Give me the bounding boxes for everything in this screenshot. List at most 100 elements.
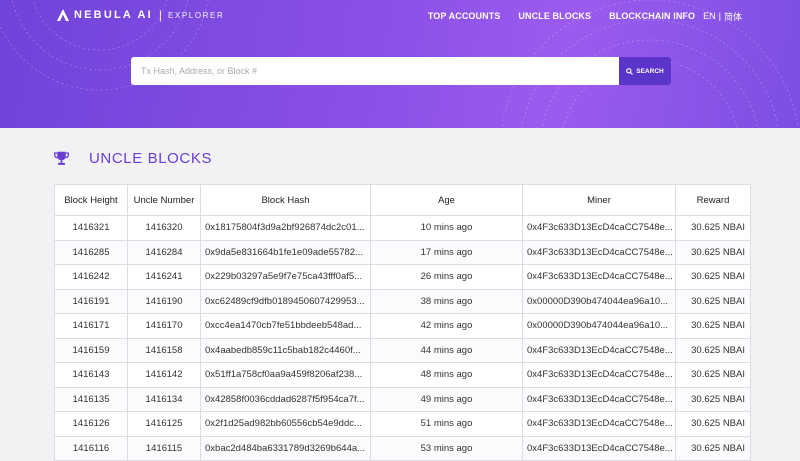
table-row: 1416135 1416134 0x42858f0036cddad6287f5f95… — [54, 386, 751, 412]
uncle-number-link[interactable]: 1416320 — [127, 215, 201, 241]
col-uncle-number: Uncle Number — [127, 184, 201, 216]
block-height-link[interactable]: 1416143 — [54, 362, 128, 388]
miner-address-link[interactable]: 0x4F3c633D13EcD4caCC7548e... — [522, 264, 676, 290]
brand-divider: | — [158, 8, 162, 22]
miner-address-link[interactable]: 0x4F3c633D13EcD4caCC7548e... — [522, 362, 676, 388]
block-height-link[interactable]: 1416116 — [54, 435, 128, 461]
brand-name: NEBULA AI — [74, 9, 153, 21]
block-hash-link[interactable]: 0x229b03297a5e9f7e75ca43fff0af5... — [200, 264, 371, 290]
miner-address-link[interactable]: 0x4F3c633D13EcD4caCC7548e... — [522, 435, 676, 461]
block-hash-link[interactable]: 0xc62489cf9dfb0189450607429953... — [200, 288, 371, 314]
nebula-logo-icon — [57, 9, 69, 21]
miner-address-link[interactable]: 0x4F3c633D13EcD4caCC7548e... — [522, 215, 676, 241]
uncle-number-link[interactable]: 1416142 — [127, 362, 201, 388]
block-hash-link[interactable]: 0xcc4ea1470cb7fe51bbdeeb548ad... — [200, 313, 371, 339]
col-block-hash: Block Hash — [200, 184, 371, 216]
uncle-blocks-table: Block Height Uncle Number Block Hash Age… — [54, 184, 751, 461]
col-reward: Reward — [675, 184, 751, 216]
table-row: 1416126 1416125 0x2f1d25ad982bb60556cb54e9… — [54, 411, 751, 437]
age-cell: 10 mins ago — [370, 215, 523, 241]
top-navigation: TOP ACCOUNTS UNCLE BLOCKS BLOCKCHAIN INF… — [428, 9, 800, 23]
uncle-blocks-table-container: Block Height Uncle Number Block Hash Age… — [54, 184, 751, 461]
uncle-number-link[interactable]: 1416115 — [127, 435, 201, 461]
table-row: 1416191 1416190 0xc62489cf9dfb018945060742… — [54, 288, 751, 314]
age-cell: 42 mins ago — [370, 313, 523, 339]
miner-address-link[interactable]: 0x4F3c633D13EcD4caCC7548e... — [522, 386, 676, 412]
uncle-number-link[interactable]: 1416284 — [127, 239, 201, 265]
uncle-number-link[interactable]: 1416190 — [127, 288, 201, 314]
trophy-icon — [54, 151, 69, 165]
table-row: 1416116 1416115 0xbac2d484ba6331789d3269b6… — [54, 435, 751, 461]
section-header: UNCLE BLOCKS — [53, 150, 212, 167]
brand-subtitle: EXPLORER — [168, 10, 225, 20]
table-row: 1416242 1416241 0x229b03297a5e9f7e75ca43ff… — [54, 264, 751, 290]
miner-address-link[interactable]: 0x4F3c633D13EcD4caCC7548e... — [522, 337, 676, 363]
block-height-link[interactable]: 1416135 — [54, 386, 128, 412]
page-title: UNCLE BLOCKS — [89, 150, 213, 167]
block-hash-link[interactable]: 0x4aabedb859c11c5bab182c4460f... — [200, 337, 371, 363]
col-age: Age — [370, 184, 523, 216]
table-row: 1416285 1416284 0x9da5e831664b1fe1e09ade55… — [54, 239, 751, 265]
nav-uncle-blocks[interactable]: UNCLE BLOCKS — [518, 11, 591, 21]
col-miner: Miner — [522, 184, 676, 216]
miner-address-link[interactable]: 0x00000D390b474044ea96a10... — [522, 288, 676, 314]
block-height-link[interactable]: 1416285 — [54, 239, 128, 265]
reward-cell: 30.625 NBAI — [675, 411, 751, 437]
age-cell: 44 mins ago — [370, 337, 523, 363]
age-cell: 17 mins ago — [370, 239, 523, 265]
block-height-link[interactable]: 1416126 — [54, 411, 128, 437]
uncle-number-link[interactable]: 1416158 — [127, 337, 201, 363]
block-hash-link[interactable]: 0x42858f0036cddad6287f5f954ca7f... — [200, 386, 371, 412]
block-height-link[interactable]: 1416242 — [54, 264, 128, 290]
table-row: 1416143 1416142 0x51ff1a758cf0aa9a459f8206… — [54, 362, 751, 388]
search-icon — [626, 67, 634, 75]
search-input[interactable] — [131, 57, 619, 85]
reward-cell: 30.625 NBAI — [675, 239, 751, 265]
col-block-height: Block Height — [54, 184, 128, 216]
age-cell: 26 mins ago — [370, 264, 523, 290]
reward-cell: 30.625 NBAI — [675, 386, 751, 412]
reward-cell: 30.625 NBAI — [675, 337, 751, 363]
block-height-link[interactable]: 1416321 — [54, 215, 128, 241]
reward-cell: 30.625 NBAI — [675, 288, 751, 314]
lang-zh-link[interactable]: 简体 — [724, 10, 742, 23]
reward-cell: 30.625 NBAI — [675, 215, 751, 241]
search-button[interactable]: SEARCH — [619, 57, 671, 85]
block-hash-link[interactable]: 0x2f1d25ad982bb60556cb54e9ddc... — [200, 411, 371, 437]
table-header-row: Block Height Uncle Number Block Hash Age… — [54, 184, 751, 216]
language-switcher: EN | 简体 — [703, 10, 742, 23]
block-hash-link[interactable]: 0x9da5e831664b1fe1e09ade55782... — [200, 239, 371, 265]
table-row: 1416171 1416170 0xcc4ea1470cb7fe51bbdeeb54… — [54, 313, 751, 339]
block-hash-link[interactable]: 0xbac2d484ba6331789d3269b644a... — [200, 435, 371, 461]
age-cell: 53 mins ago — [370, 435, 523, 461]
miner-address-link[interactable]: 0x4F3c633D13EcD4caCC7548e... — [522, 239, 676, 265]
uncle-number-link[interactable]: 1416134 — [127, 386, 201, 412]
search-bar: SEARCH — [131, 57, 671, 85]
search-button-label: SEARCH — [636, 67, 664, 75]
block-height-link[interactable]: 1416159 — [54, 337, 128, 363]
age-cell: 38 mins ago — [370, 288, 523, 314]
block-height-link[interactable]: 1416171 — [54, 313, 128, 339]
table-row: 1416159 1416158 0x4aabedb859c11c5bab182c44… — [54, 337, 751, 363]
nav-blockchain-info[interactable]: BLOCKCHAIN INFO — [609, 11, 695, 21]
reward-cell: 30.625 NBAI — [675, 362, 751, 388]
uncle-number-link[interactable]: 1416241 — [127, 264, 201, 290]
lang-divider: | — [718, 11, 721, 21]
age-cell: 48 mins ago — [370, 362, 523, 388]
lang-en-link[interactable]: EN — [703, 11, 716, 21]
reward-cell: 30.625 NBAI — [675, 264, 751, 290]
header-banner: NEBULA AI | EXPLORER TOP ACCOUNTS UNCLE … — [0, 0, 800, 128]
block-hash-link[interactable]: 0x51ff1a758cf0aa9a459f8206af238... — [200, 362, 371, 388]
age-cell: 51 mins ago — [370, 411, 523, 437]
nav-top-accounts[interactable]: TOP ACCOUNTS — [428, 11, 501, 21]
miner-address-link[interactable]: 0x4F3c633D13EcD4caCC7548e... — [522, 411, 676, 437]
uncle-number-link[interactable]: 1416125 — [127, 411, 201, 437]
block-hash-link[interactable]: 0x18175804f3d9a2bf926874dc2c01... — [200, 215, 371, 241]
uncle-number-link[interactable]: 1416170 — [127, 313, 201, 339]
miner-address-link[interactable]: 0x00000D390b474044ea96a10... — [522, 313, 676, 339]
brand-logo[interactable]: NEBULA AI | EXPLORER — [56, 8, 224, 22]
age-cell: 49 mins ago — [370, 386, 523, 412]
block-height-link[interactable]: 1416191 — [54, 288, 128, 314]
reward-cell: 30.625 NBAI — [675, 313, 751, 339]
reward-cell: 30.625 NBAI — [675, 435, 751, 461]
